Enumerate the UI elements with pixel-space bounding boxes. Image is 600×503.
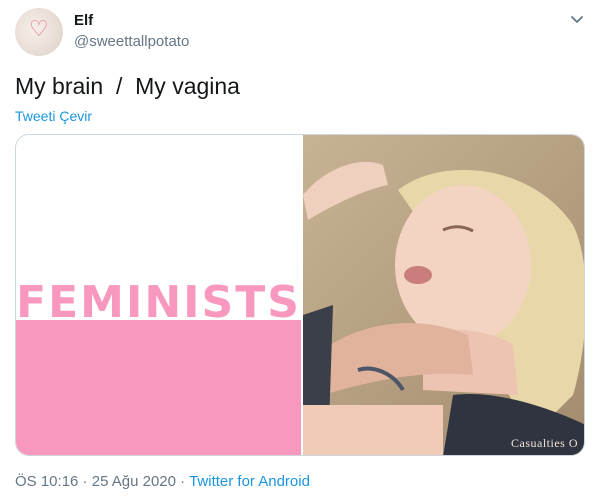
tweet-text: My brain / My vagina [15, 73, 240, 99]
tweet-time[interactable]: ÖS 10:16 [15, 473, 78, 490]
display-name[interactable]: Elf [74, 12, 93, 29]
image-watermark: Casualties O [511, 436, 578, 450]
pink-block [16, 320, 301, 455]
tweet-media[interactable]: FEMINISTS Casualties O [15, 134, 585, 456]
media-image-right[interactable]: Casualties O [303, 135, 584, 455]
translate-tweet-link[interactable]: Tweeti Çevir [15, 108, 92, 124]
meta-separator: · [78, 473, 92, 490]
tweet-date[interactable]: 25 Ağu 2020 [92, 473, 176, 490]
photo-illustration [303, 161, 584, 455]
media-image-left[interactable]: FEMINISTS [16, 135, 301, 455]
chevron-down-icon [571, 16, 583, 23]
heart-icon: ♡ [29, 17, 49, 42]
tweet-meta: ÖS 10:16 · 25 Ağu 2020 · Twitter for And… [15, 473, 310, 490]
tweet-source[interactable]: Twitter for Android [189, 473, 310, 490]
user-handle[interactable]: @sweettallpotato [74, 33, 189, 50]
meta-separator-2: · [176, 473, 190, 490]
feminists-text: FEMINISTS [16, 277, 301, 328]
avatar[interactable]: ♡ [15, 8, 63, 56]
tweet-menu-button[interactable] [570, 12, 584, 26]
